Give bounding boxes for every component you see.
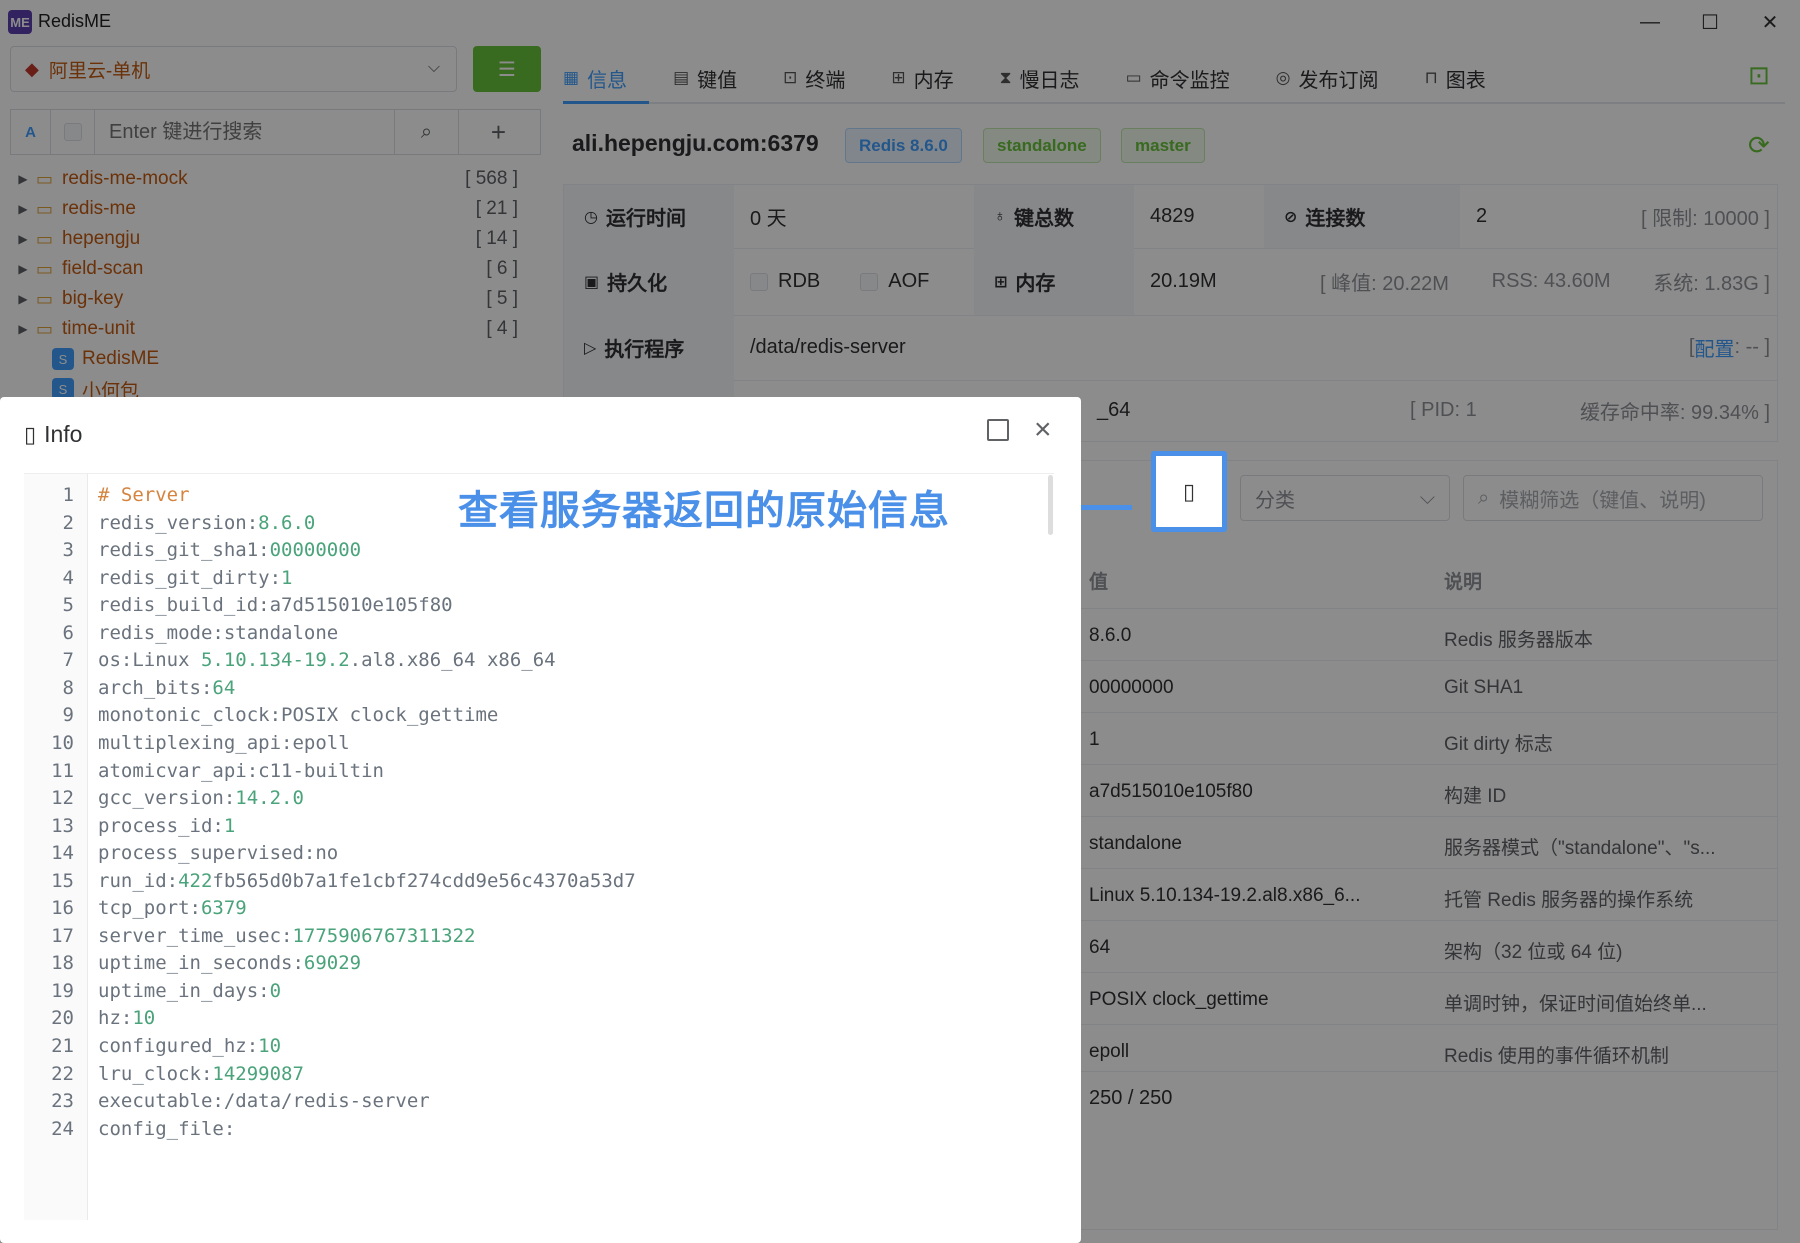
code-key: redis_mode:standalone (98, 621, 339, 644)
code-line: run_id:422fb565d0b7a1fe1cbf274cdd9e56c43… (98, 870, 636, 892)
code-line: gcc_version:14.2.0 (98, 787, 304, 809)
code-value: 10 (132, 1007, 156, 1030)
code-line: process_id:1 (98, 815, 235, 837)
code-value: 00000000 (269, 539, 362, 562)
code-key: os:Linux (98, 649, 201, 672)
line-number: 7 (62, 649, 74, 672)
line-number: 2 (62, 511, 74, 534)
code-line: configured_hz:10 (98, 1035, 281, 1057)
code-line: redis_git_dirty:1 (98, 567, 292, 589)
code-key: fb565d0b7a1fe1cbf274cdd9e56c4370a53d7 (212, 869, 636, 892)
code-key: hz: (98, 1007, 133, 1030)
line-number: 10 (51, 731, 74, 754)
code-line: uptime_in_days:0 (98, 980, 281, 1002)
code-key: executable:/data/redis-server (98, 1090, 430, 1113)
line-number: 18 (51, 952, 74, 975)
code-line: os:Linux 5.10.134-19.2.al8.x86_64 x86_64 (98, 649, 556, 671)
code-value: 0 (269, 979, 282, 1002)
code-value: 1 (281, 566, 293, 589)
code-value: 69029 (303, 952, 362, 975)
code-line: multiplexing_api:epoll (98, 732, 350, 754)
code-line: atomicvar_api:c11-builtin (98, 760, 384, 782)
code-line: redis_version:8.6.0 (98, 512, 315, 534)
code-line: server_time_usec:1775906767311322 (98, 925, 476, 947)
code-line: lru_clock:14299087 (98, 1063, 304, 1085)
raw-info-editor[interactable]: 1 # Server 2 redis_version:8.6.0 3 redis_git_… (24, 473, 1054, 1220)
dialog-close-button[interactable]: × (1034, 413, 1052, 447)
line-number: 11 (51, 759, 74, 782)
line-number: 6 (62, 621, 74, 644)
code-line: process_supervised:no (98, 842, 338, 864)
code-value: 64 (212, 676, 236, 699)
code-line: monotonic_clock:POSIX clock_gettime (98, 704, 498, 726)
code-key: redis_git_sha1: (98, 539, 270, 562)
line-number: 3 (62, 539, 74, 562)
dialog-title: ▯ Info (24, 421, 82, 448)
code-key: monotonic_clock:POSIX clock_gettime (98, 704, 499, 727)
code-value: 6379 (200, 897, 247, 920)
code-key: redis_version: (98, 511, 259, 534)
dialog-title-text: Info (44, 421, 83, 447)
code-line: redis_mode:standalone (98, 622, 338, 644)
code-key: configured_hz: (98, 1035, 259, 1057)
code-line: uptime_in_seconds:69029 (98, 952, 361, 974)
code-key: multiplexing_api:epoll (98, 731, 350, 754)
code-key: redis_build_id:a7d515010e105f80 (98, 594, 453, 617)
line-number: 19 (51, 979, 74, 1002)
code-value: 14.2.0 (235, 787, 304, 810)
line-number: 5 (62, 594, 74, 617)
raw-info-button[interactable]: ▯ (1151, 451, 1227, 532)
code-key: atomicvar_api:c11-builtin (98, 759, 384, 782)
code-line: arch_bits:64 (98, 677, 235, 699)
line-number: 22 (51, 1062, 74, 1085)
line-number: 4 (62, 566, 74, 589)
code-value: 8.6.0 (258, 511, 316, 534)
code-key: uptime_in_seconds: (98, 952, 304, 975)
annotation-text: 查看服务器返回的原始信息 (458, 489, 950, 533)
code-line: config_file: (98, 1118, 235, 1140)
code-value: 422 (178, 869, 213, 892)
code-key: gcc_version: (98, 787, 236, 810)
line-number: 15 (51, 869, 74, 892)
editor-scrollbar[interactable] (1048, 475, 1053, 535)
code-value: 1 (223, 814, 236, 837)
line-number: 9 (62, 704, 74, 727)
dialog-maximize-button[interactable] (987, 419, 1009, 441)
code-key: server_time_usec: (98, 924, 293, 947)
code-line: # Server (98, 484, 190, 506)
code-key: config_file: (98, 1117, 236, 1140)
code-value: 5.10.134-19.2 (200, 649, 350, 672)
code-key: redis_git_dirty: (98, 566, 282, 589)
code-line: tcp_port:6379 (98, 897, 247, 919)
code-line: redis_build_id:a7d515010e105f80 (98, 594, 453, 616)
line-number: 13 (51, 814, 74, 837)
line-number: 1 (62, 484, 74, 506)
code-value: 1775906767311322 (292, 924, 476, 947)
code-key: tcp_port: (98, 897, 201, 920)
code-key: process_id: (98, 814, 224, 837)
code-value: 10 (258, 1035, 282, 1057)
code-key: # Server (98, 484, 190, 506)
code-line: redis_git_sha1:00000000 (98, 539, 361, 561)
line-number: 23 (51, 1090, 74, 1113)
line-number: 16 (51, 897, 74, 920)
code-key: run_id: (98, 869, 179, 892)
line-number: 20 (51, 1007, 74, 1030)
code-key: process_supervised:no (98, 842, 339, 865)
line-number: 8 (62, 676, 74, 699)
code-key: lru_clock: (98, 1062, 213, 1085)
code-key: uptime_in_days: (98, 979, 270, 1002)
code-key: .al8.x86_64 x86_64 (349, 649, 556, 672)
line-number: 21 (51, 1035, 74, 1057)
notebook-icon: ▯ (24, 421, 37, 447)
line-number: 17 (51, 924, 74, 947)
line-number: 12 (51, 787, 74, 810)
line-number: 14 (51, 842, 74, 865)
code-line: hz:10 (98, 1007, 155, 1029)
code-value: 14299087 (212, 1062, 304, 1085)
code-line: executable:/data/redis-server (98, 1090, 430, 1112)
notebook-icon: ▯ (1182, 478, 1196, 504)
line-number: 24 (51, 1117, 74, 1140)
code-key: arch_bits: (98, 676, 213, 699)
